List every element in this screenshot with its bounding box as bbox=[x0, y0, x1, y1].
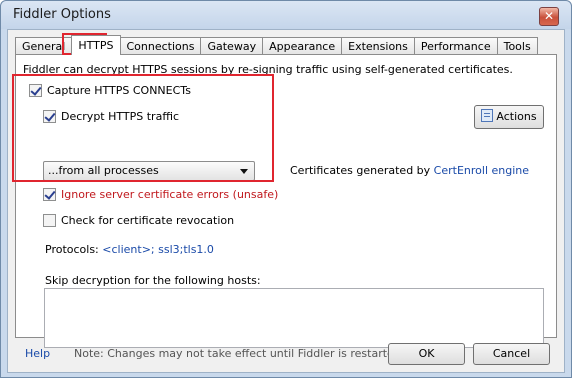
tab-appearance[interactable]: Appearance bbox=[262, 37, 343, 55]
decrypt-traffic-label: Decrypt HTTPS traffic bbox=[61, 110, 179, 123]
tab-strip: General HTTPS Connections Gateway Appear… bbox=[15, 35, 538, 55]
certificate-icon bbox=[481, 109, 494, 122]
decrypt-traffic-checkbox[interactable]: Decrypt HTTPS traffic bbox=[43, 110, 179, 123]
certenroll-engine-link[interactable]: CertEnroll engine bbox=[434, 164, 529, 177]
check-revocation-label: Check for certificate revocation bbox=[61, 214, 235, 227]
fiddler-options-window: Fiddler Options ✕ General HTTPS Connecti… bbox=[0, 0, 572, 378]
process-filter-value: ...from all processes bbox=[48, 164, 159, 177]
tab-gateway[interactable]: Gateway bbox=[200, 37, 264, 55]
dialog-body: General HTTPS Connections Gateway Appear… bbox=[7, 29, 565, 373]
window-title: Fiddler Options bbox=[13, 7, 111, 22]
https-panel: Fiddler can decrypt HTTPS sessions by re… bbox=[15, 54, 557, 348]
skip-decryption-label: Skip decryption for the following hosts: bbox=[45, 274, 261, 287]
protocols-label: Protocols: bbox=[45, 243, 103, 256]
process-filter-select[interactable]: ...from all processes bbox=[43, 161, 255, 181]
ok-button[interactable]: OK bbox=[388, 343, 465, 365]
checkbox-check-revocation[interactable] bbox=[43, 214, 56, 227]
actions-label: Actions bbox=[496, 110, 537, 123]
capture-connects-label: Capture HTTPS CONNECTs bbox=[47, 84, 191, 97]
help-link[interactable]: Help bbox=[25, 347, 50, 360]
certificates-info: Certificates generated by CertEnroll eng… bbox=[290, 164, 529, 177]
protocols-info: Protocols: <client>; ssl3;tls1.0 bbox=[45, 243, 214, 256]
certificates-label: Certificates generated by bbox=[290, 164, 434, 177]
tab-https[interactable]: HTTPS bbox=[71, 35, 121, 55]
tab-general[interactable]: General bbox=[15, 37, 73, 55]
skip-hosts-textarea[interactable] bbox=[44, 288, 544, 348]
close-icon: ✕ bbox=[543, 9, 555, 23]
close-button[interactable]: ✕ bbox=[539, 7, 559, 26]
tab-performance[interactable]: Performance bbox=[413, 37, 498, 55]
checkbox-ignore-errors[interactable] bbox=[43, 188, 56, 201]
https-description: Fiddler can decrypt HTTPS sessions by re… bbox=[23, 63, 513, 76]
protocols-link[interactable]: <client>; ssl3;tls1.0 bbox=[102, 243, 214, 256]
tab-tools[interactable]: Tools bbox=[496, 37, 538, 55]
title-bar[interactable]: Fiddler Options ✕ bbox=[1, 1, 571, 29]
tab-extensions[interactable]: Extensions bbox=[341, 37, 415, 55]
ignore-errors-label: Ignore server certificate errors (unsafe… bbox=[61, 188, 279, 201]
tab-connections[interactable]: Connections bbox=[119, 37, 202, 55]
cancel-button[interactable]: Cancel bbox=[473, 343, 550, 365]
chevron-down-icon bbox=[240, 169, 248, 174]
checkbox-capture-connects[interactable] bbox=[29, 84, 42, 97]
ignore-errors-checkbox[interactable]: Ignore server certificate errors (unsafe… bbox=[43, 188, 278, 201]
actions-button[interactable]: Actions bbox=[474, 105, 544, 129]
check-revocation-checkbox[interactable]: Check for certificate revocation bbox=[43, 214, 234, 227]
checkbox-decrypt-traffic[interactable] bbox=[43, 110, 56, 123]
restart-note: Note: Changes may not take effect until … bbox=[74, 347, 405, 360]
capture-connects-checkbox[interactable]: Capture HTTPS CONNECTs bbox=[29, 84, 191, 97]
